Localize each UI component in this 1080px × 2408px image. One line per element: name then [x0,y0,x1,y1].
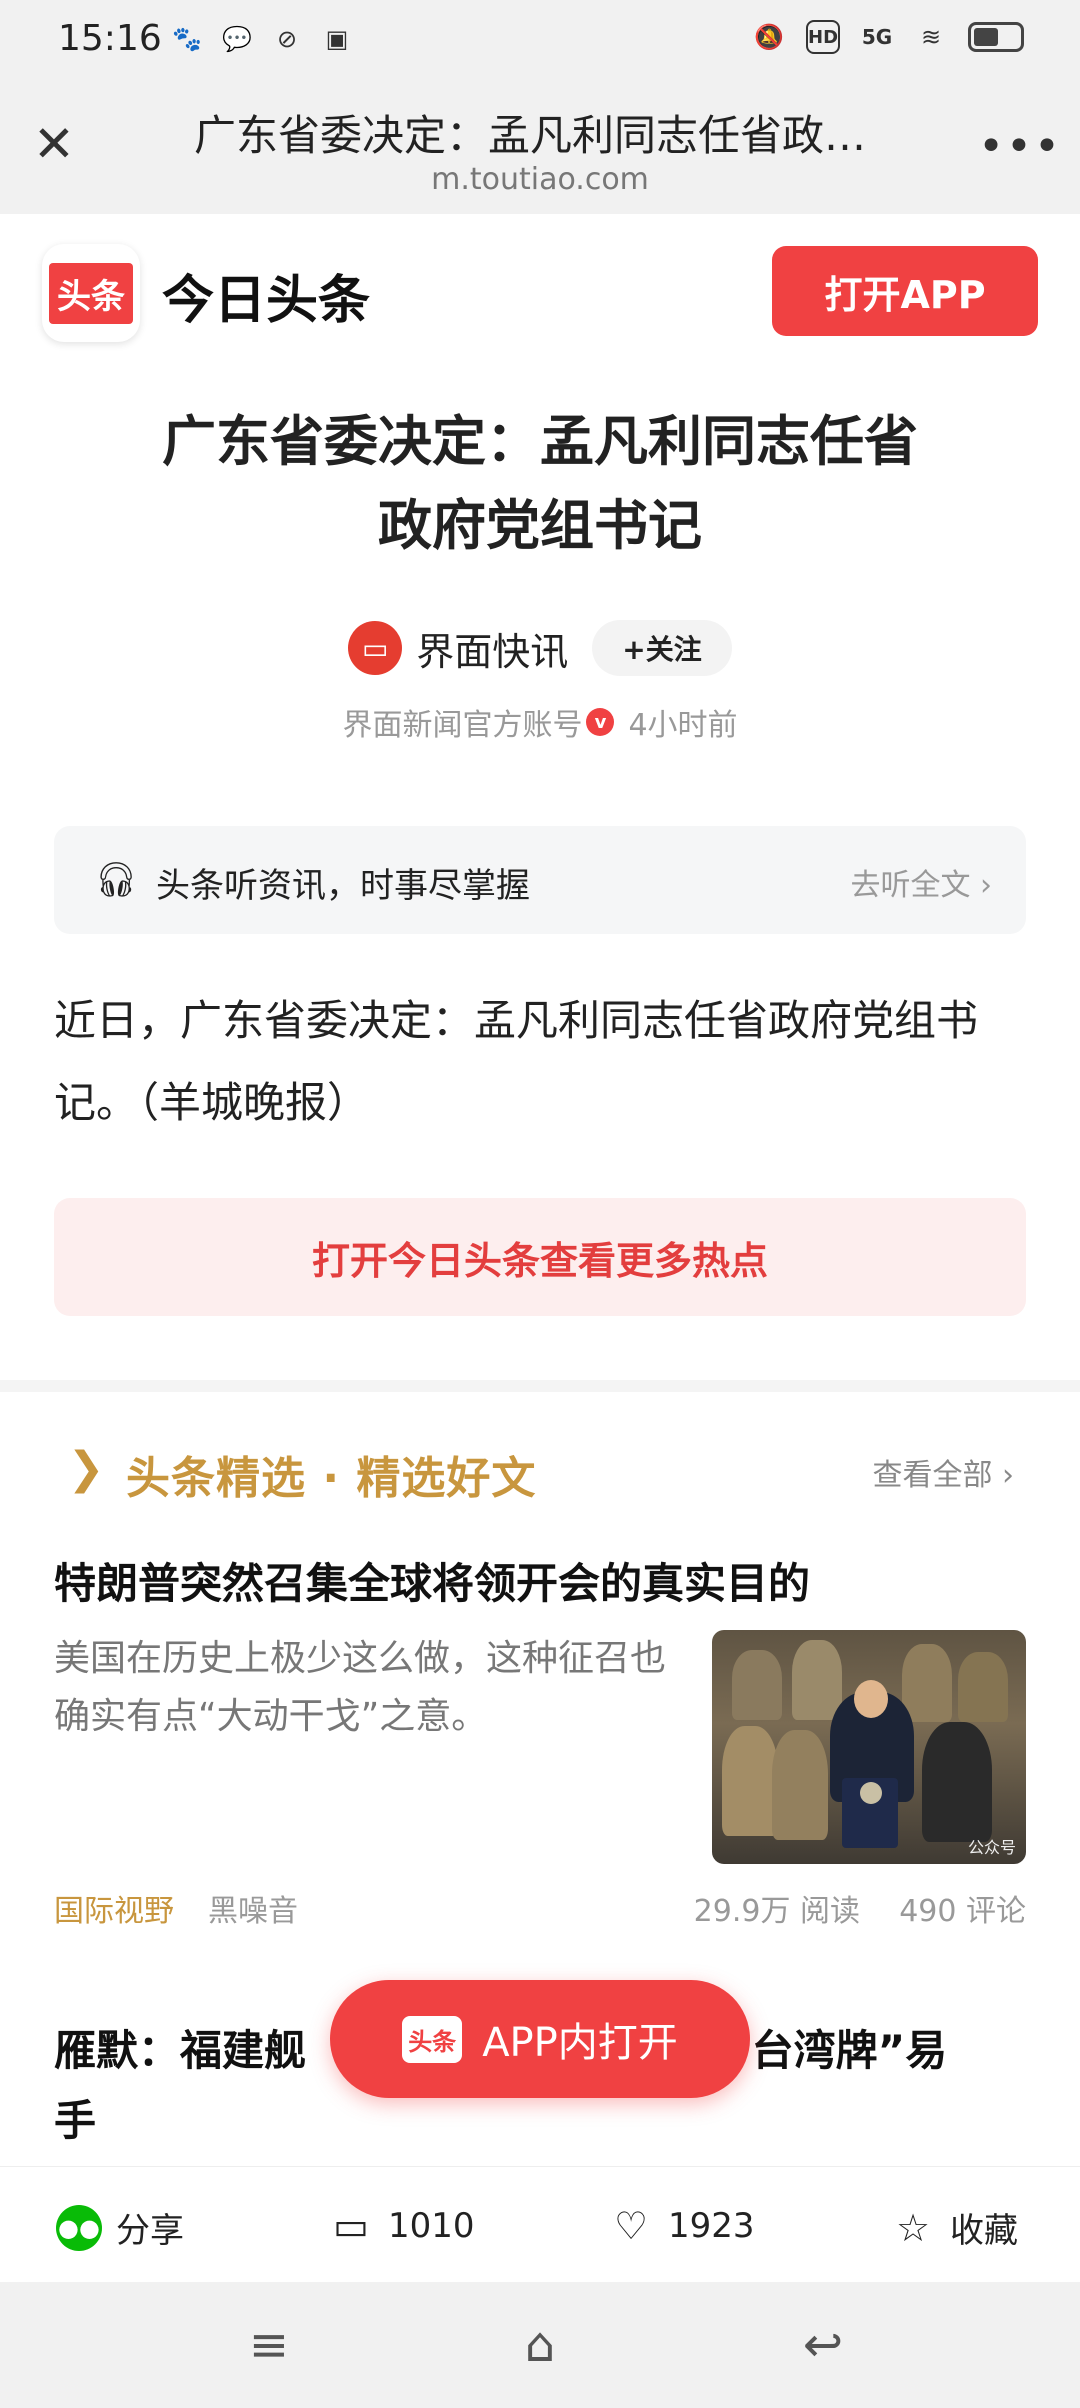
star-icon: ☆ [895,2205,931,2250]
action-bar: ●● 分享 ▭ 1010 ♡ 1923 ☆ 收藏 [0,2166,1080,2282]
headphone-icon: 🎧︎ [94,860,138,900]
image-figure [772,1730,828,1840]
account-description: 界面新闻官方账号 [342,708,583,743]
comment-count: 1010 [388,2206,475,2246]
news-item-title[interactable]: 特朗普突然召集全球将领开会的真实目的 [54,1550,1034,1611]
like-count: 1923 [668,2206,755,2246]
favorite-label: 收藏 [950,2211,1018,2251]
home-icon: ⌂ [524,2317,556,2373]
message-box-icon: ▣ [325,25,349,53]
status-bar: 15:16 🐾 💬 ⊘ ▣ 🔕 HD 5G ≋ [0,0,1080,82]
news-item-2-title-right: “台湾牌”易 [724,2026,948,2075]
baidu-icon: 🐾 [172,25,202,53]
comment-icon: ▭ [333,2204,369,2248]
battery-icon [968,22,1024,52]
listen-full-link[interactable]: 去听全文 › [850,860,992,904]
wifi-icon: ≋ [920,23,942,51]
open-in-app-button[interactable]: 头条 APP内打开 [330,1980,750,2098]
link-icon: ⊘ [276,25,298,53]
image-figure [958,1652,1008,1722]
open-in-app-label: APP内打开 [482,2020,678,2066]
image-watermark: 公众号 [967,1838,1016,1857]
app-name: 今日头条 [162,271,371,331]
news-item-image[interactable]: 公众号 [712,1630,1026,1864]
back-nav-button[interactable]: ↩ [790,2312,856,2378]
article-title-line2: 政府党组书记 [378,494,702,557]
browser-url: m.toutiao.com [431,162,649,197]
float-app-logo: 头条 [402,2015,463,2063]
system-nav-bar: ≡ ⌂ ↩ [0,2282,1080,2408]
news-item-meta: 国际视野 黑噪音 29.9万 阅读 490 评论 [54,1886,1026,1930]
featured-logo-icon: ❯ [67,1442,105,1494]
app-logo-text: 头条 [49,262,133,324]
listen-text: 头条听资讯，时事尽掌握 [156,866,530,906]
publish-time: 4小时前 [628,708,738,743]
comment-button[interactable]: ▭ 1010 [328,2203,475,2249]
featured-title: 头条精选 · 精选好文 [126,1453,537,1504]
image-speaker-head [854,1680,888,1718]
favorite-button[interactable]: ☆ 收藏 [890,2203,1018,2252]
more-hotspots-button[interactable]: 打开今日头条查看更多热点 [54,1198,1026,1316]
app-logo: 头条 [42,244,140,342]
heart-icon: ♡ [613,2204,649,2248]
more-button[interactable]: ••• [978,121,1060,172]
back-icon: ↩ [802,2317,844,2373]
image-figure [902,1644,952,1722]
author-name[interactable]: 界面快讯 [416,621,568,676]
author-avatar[interactable]: ▭ [348,621,403,675]
image-figure [722,1726,778,1836]
image-figure [922,1722,992,1842]
notification-icons: 🐾 💬 ⊘ ▣ [170,22,354,56]
article-meta: 界面新闻官方账号 v 4小时前 [0,700,1080,744]
verified-badge-icon: v [586,708,615,736]
home-nav-button[interactable]: ⌂ [507,2312,573,2378]
news-read-count: 29.9万 阅读 [693,1894,860,1929]
article-title: 广东省委决定：孟凡利同志任省 政府党组书记 [90,400,990,568]
signal-icon: 5G [861,25,893,49]
featured-header: ❯ 头条精选 · 精选好文 查看全部 › [54,1436,1026,1505]
section-divider [0,1380,1080,1392]
menu-icon: ≡ [248,2317,290,2373]
follow-button[interactable]: +关注 [592,620,732,676]
chat-bubble-icon: 💬 [222,25,252,53]
news-comment-count: 490 评论 [899,1894,1026,1929]
menu-nav-button[interactable]: ≡ [236,2312,302,2378]
news-item-summary[interactable]: 美国在历史上极少这么做，这种征召也确实有点“大动干戈”之意。 [54,1630,674,1746]
image-figure [792,1640,842,1720]
wechat-icon: ●● [56,2204,102,2251]
app-banner: 头条 今日头条 打开APP [0,214,1080,350]
open-app-button[interactable]: 打开APP [772,246,1038,336]
listen-bar[interactable]: 🎧︎ 头条听资讯，时事尽掌握 去听全文 › [54,826,1026,934]
news-source[interactable]: 黑噪音 [208,1886,298,1930]
like-button[interactable]: ♡ 1923 [608,2203,755,2249]
more-dots-icon: ••• [978,120,1062,172]
mute-icon: 🔕 [754,23,784,51]
share-button[interactable]: ●● 分享 [56,2203,184,2252]
news-category[interactable]: 国际视野 [54,1886,174,1930]
browser-header: ✕ 广东省委决定：孟凡利同志任省政… m.toutiao.com ••• [0,82,1080,214]
system-icons: 🔕 HD 5G ≋ [752,20,1024,54]
image-figure [732,1650,782,1720]
see-all-link[interactable]: 查看全部 › [872,1450,1014,1494]
article-body: 近日，广东省委决定：孟凡利同志任省政府党组书记。（羊城晚报） [54,996,979,1127]
image-seal [860,1782,882,1804]
share-label: 分享 [116,2211,184,2251]
article-title-line1: 广东省委决定：孟凡利同志任省 [162,410,918,473]
news-item-2-title-left: 雁默：福建舰 [54,2026,307,2075]
author-row: ▭ 界面快讯 +关注 [0,620,1080,676]
browser-title: 广东省委决定：孟凡利同志任省政… [193,111,866,160]
hd-icon: HD [806,20,840,54]
status-time: 15:16 [58,18,162,59]
